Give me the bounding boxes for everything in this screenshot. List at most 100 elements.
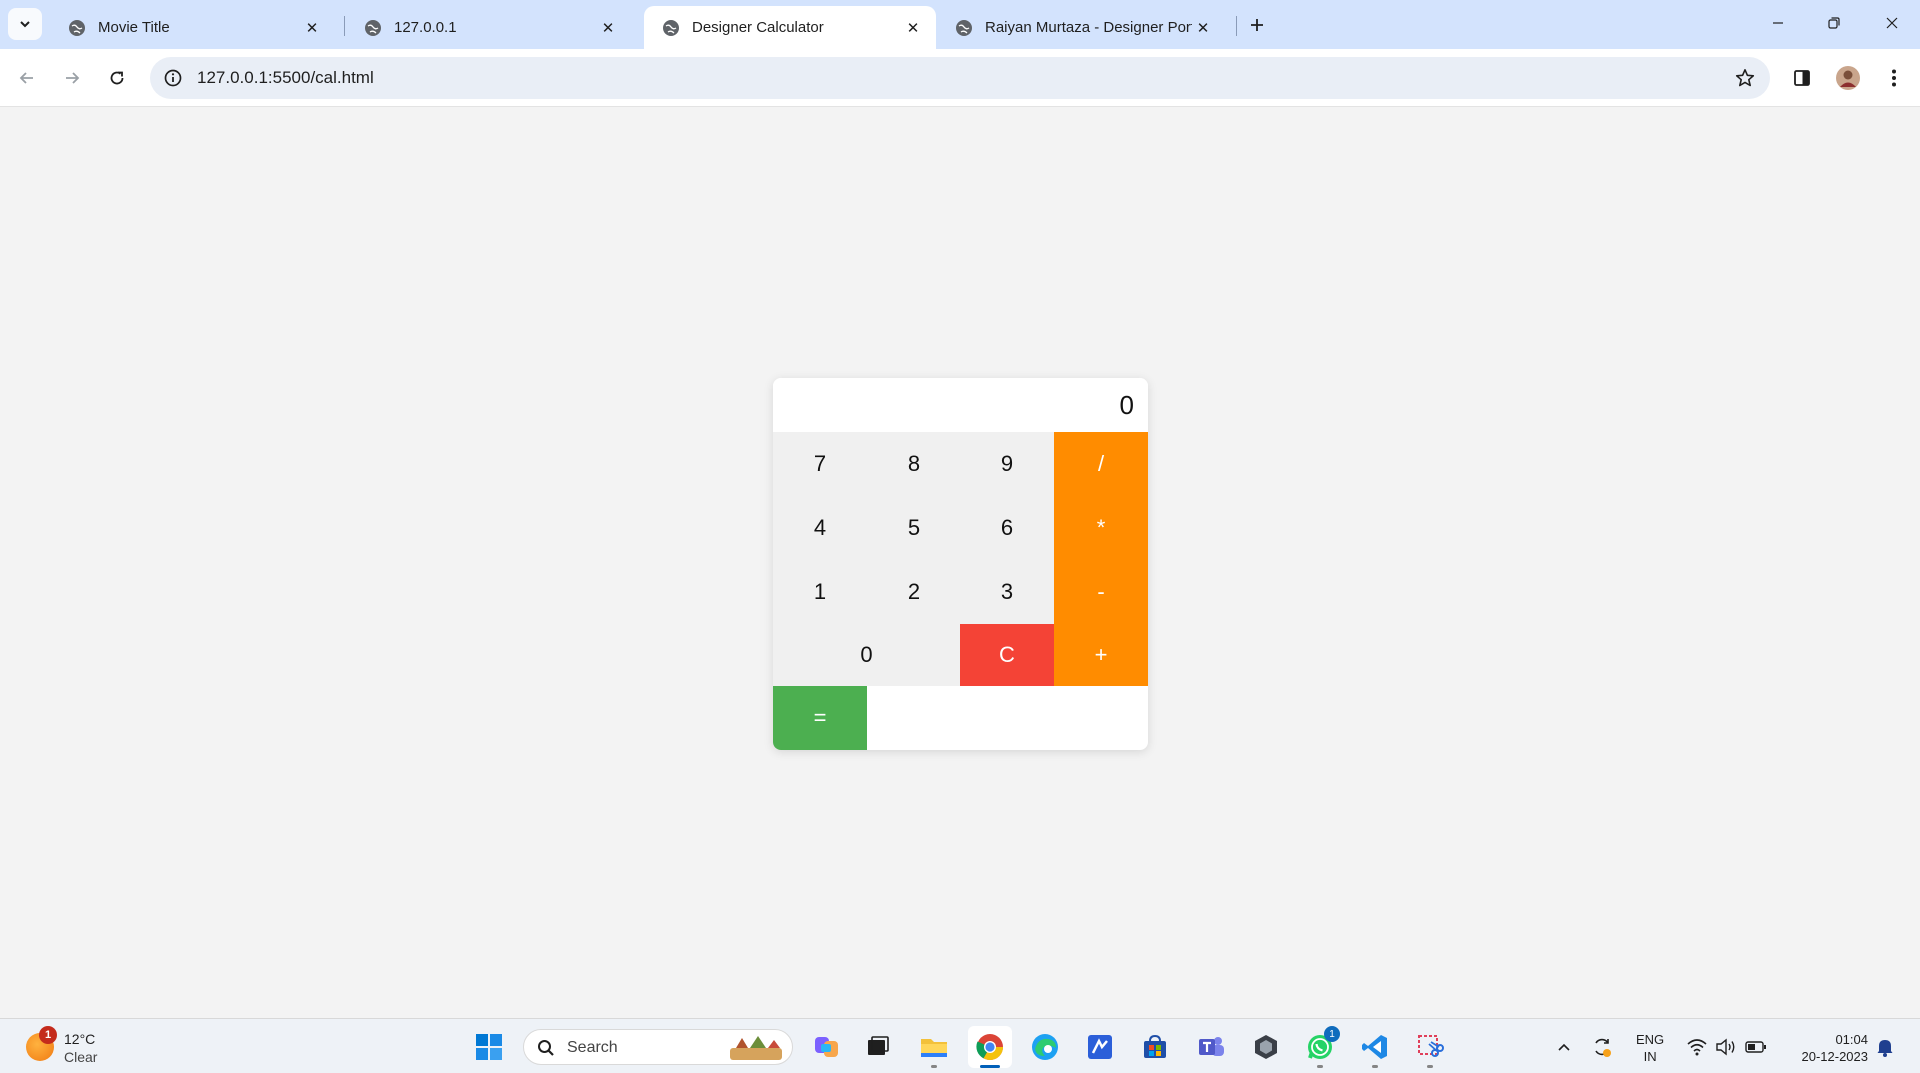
plus-icon	[1251, 19, 1263, 31]
key-eight[interactable]: 8	[867, 432, 961, 496]
weather-temperature: 12°C	[64, 1031, 96, 1047]
key-multiply[interactable]: *	[1054, 496, 1148, 560]
globe-icon	[663, 19, 679, 36]
vscode-icon	[1362, 1035, 1387, 1059]
sync-status-button[interactable]	[1588, 1033, 1616, 1061]
teams-icon	[1199, 1037, 1224, 1056]
search-highlight-icon	[730, 1036, 782, 1060]
restore-button[interactable]	[1806, 0, 1862, 46]
tab-raiyan-portfolio[interactable]: Raiyan Murtaza - Designer Portfolio ✕	[937, 6, 1226, 49]
globe-icon	[365, 19, 381, 36]
key-seven[interactable]: 7	[773, 432, 867, 496]
key-one[interactable]: 1	[773, 560, 867, 624]
taskbar-app-edge[interactable]	[1023, 1026, 1067, 1068]
taskbar-app-file-explorer[interactable]	[912, 1026, 956, 1068]
wifi-icon	[1687, 1039, 1707, 1056]
key-zero[interactable]: 0	[773, 624, 960, 686]
copilot-icon	[815, 1037, 838, 1057]
profile-button[interactable]	[1832, 62, 1864, 94]
taskbar: 1 12°C Clear Search 1 ENG IN 01:04 20-12…	[0, 1018, 1920, 1073]
key-clear[interactable]: C	[960, 624, 1054, 686]
taskbar-app-whatsapp[interactable]: 1	[1298, 1026, 1342, 1068]
taskbar-app-teams[interactable]	[1189, 1026, 1233, 1068]
key-four[interactable]: 4	[773, 496, 867, 560]
forward-button[interactable]	[56, 62, 88, 94]
file-explorer-icon	[921, 1039, 947, 1057]
vscode-insiders-icon	[1088, 1035, 1112, 1059]
menu-button[interactable]	[1878, 62, 1910, 94]
reload-button[interactable]	[101, 62, 133, 94]
tab-search-button[interactable]	[8, 8, 42, 40]
start-button[interactable]	[467, 1026, 511, 1068]
edge-icon	[1032, 1034, 1058, 1060]
tab-designer-calculator[interactable]: Designer Calculator ✕	[644, 6, 936, 49]
key-five[interactable]: 5	[867, 496, 961, 560]
chevron-down-icon	[20, 21, 30, 28]
key-nine[interactable]: 9	[960, 432, 1054, 496]
taskbar-app-unity[interactable]	[1244, 1026, 1288, 1068]
site-info-button[interactable]	[162, 67, 184, 94]
running-indicator	[931, 1065, 937, 1068]
notifications-button[interactable]	[1872, 1033, 1898, 1061]
taskbar-app-snipping-tool[interactable]	[1408, 1026, 1452, 1068]
tab-separator	[344, 16, 345, 36]
star-icon	[1735, 69, 1755, 87]
taskbar-app-vscode-insiders[interactable]	[1078, 1026, 1122, 1068]
tab-title: 127.0.0.1	[394, 19, 457, 36]
volume-button[interactable]	[1713, 1033, 1739, 1061]
globe-icon	[69, 19, 85, 36]
taskbar-app-vscode[interactable]	[1353, 1026, 1397, 1068]
battery-button[interactable]	[1743, 1033, 1769, 1061]
back-button[interactable]	[11, 62, 43, 94]
chrome-icon	[976, 1034, 1004, 1061]
minimize-icon	[1773, 22, 1783, 24]
close-icon[interactable]: ✕	[1192, 17, 1214, 39]
clock-time: 01:04	[1835, 1032, 1868, 1047]
system-clock[interactable]: 01:04 20-12-2023	[1784, 1031, 1869, 1065]
key-add[interactable]: +	[1054, 624, 1148, 686]
bookmark-button[interactable]	[1734, 67, 1756, 94]
bell-icon	[1877, 1040, 1893, 1057]
tab-title: Designer Calculator	[692, 19, 824, 36]
show-hidden-icons-button[interactable]	[1552, 1033, 1576, 1061]
key-three[interactable]: 3	[960, 560, 1054, 624]
network-button[interactable]	[1684, 1033, 1710, 1061]
close-icon[interactable]: ✕	[597, 17, 619, 39]
tab-title: Movie Title	[98, 19, 170, 36]
language-indicator[interactable]: ENG IN	[1636, 1031, 1664, 1065]
taskbar-app-chrome[interactable]	[968, 1026, 1012, 1068]
weather-widget[interactable]: 1 12°C Clear	[22, 1026, 142, 1067]
side-panel-button[interactable]	[1786, 62, 1818, 94]
microsoft-store-icon	[1144, 1034, 1166, 1058]
tab-localhost[interactable]: 127.0.0.1 ✕	[346, 6, 631, 49]
weather-condition: Clear	[64, 1049, 98, 1065]
taskbar-search[interactable]: Search	[523, 1029, 793, 1065]
language-code: ENG	[1636, 1032, 1665, 1047]
arrow-right-icon	[66, 72, 80, 84]
key-subtract[interactable]: -	[1054, 560, 1148, 624]
key-six[interactable]: 6	[960, 496, 1054, 560]
key-two[interactable]: 2	[867, 560, 961, 624]
running-indicator	[1427, 1065, 1433, 1068]
calculator-display: 0	[773, 378, 1148, 432]
notification-badge: 1	[39, 1026, 57, 1044]
chevron-up-icon	[1558, 1043, 1570, 1051]
taskbar-app-task-view[interactable]	[856, 1026, 900, 1068]
close-icon	[1886, 17, 1898, 29]
tab-title: Raiyan Murtaza - Designer Portfolio	[985, 19, 1192, 36]
new-tab-button[interactable]	[1244, 12, 1270, 38]
tab-movie-title[interactable]: Movie Title ✕	[50, 6, 335, 49]
close-icon[interactable]: ✕	[902, 17, 924, 39]
taskbar-app-store[interactable]	[1133, 1026, 1177, 1068]
speaker-icon	[1716, 1038, 1735, 1056]
address-bar[interactable]: 127.0.0.1:5500/cal.html	[150, 57, 1770, 99]
close-icon[interactable]: ✕	[301, 17, 323, 39]
taskbar-app-copilot[interactable]	[805, 1026, 849, 1068]
more-vertical-icon	[1892, 69, 1896, 87]
close-window-button[interactable]	[1864, 0, 1920, 46]
key-divide[interactable]: /	[1054, 432, 1148, 496]
key-equals[interactable]: =	[773, 686, 867, 750]
clock-date: 20-12-2023	[1801, 1049, 1869, 1064]
minimize-button[interactable]	[1750, 0, 1806, 46]
browser-toolbar: 127.0.0.1:5500/cal.html	[0, 49, 1920, 107]
